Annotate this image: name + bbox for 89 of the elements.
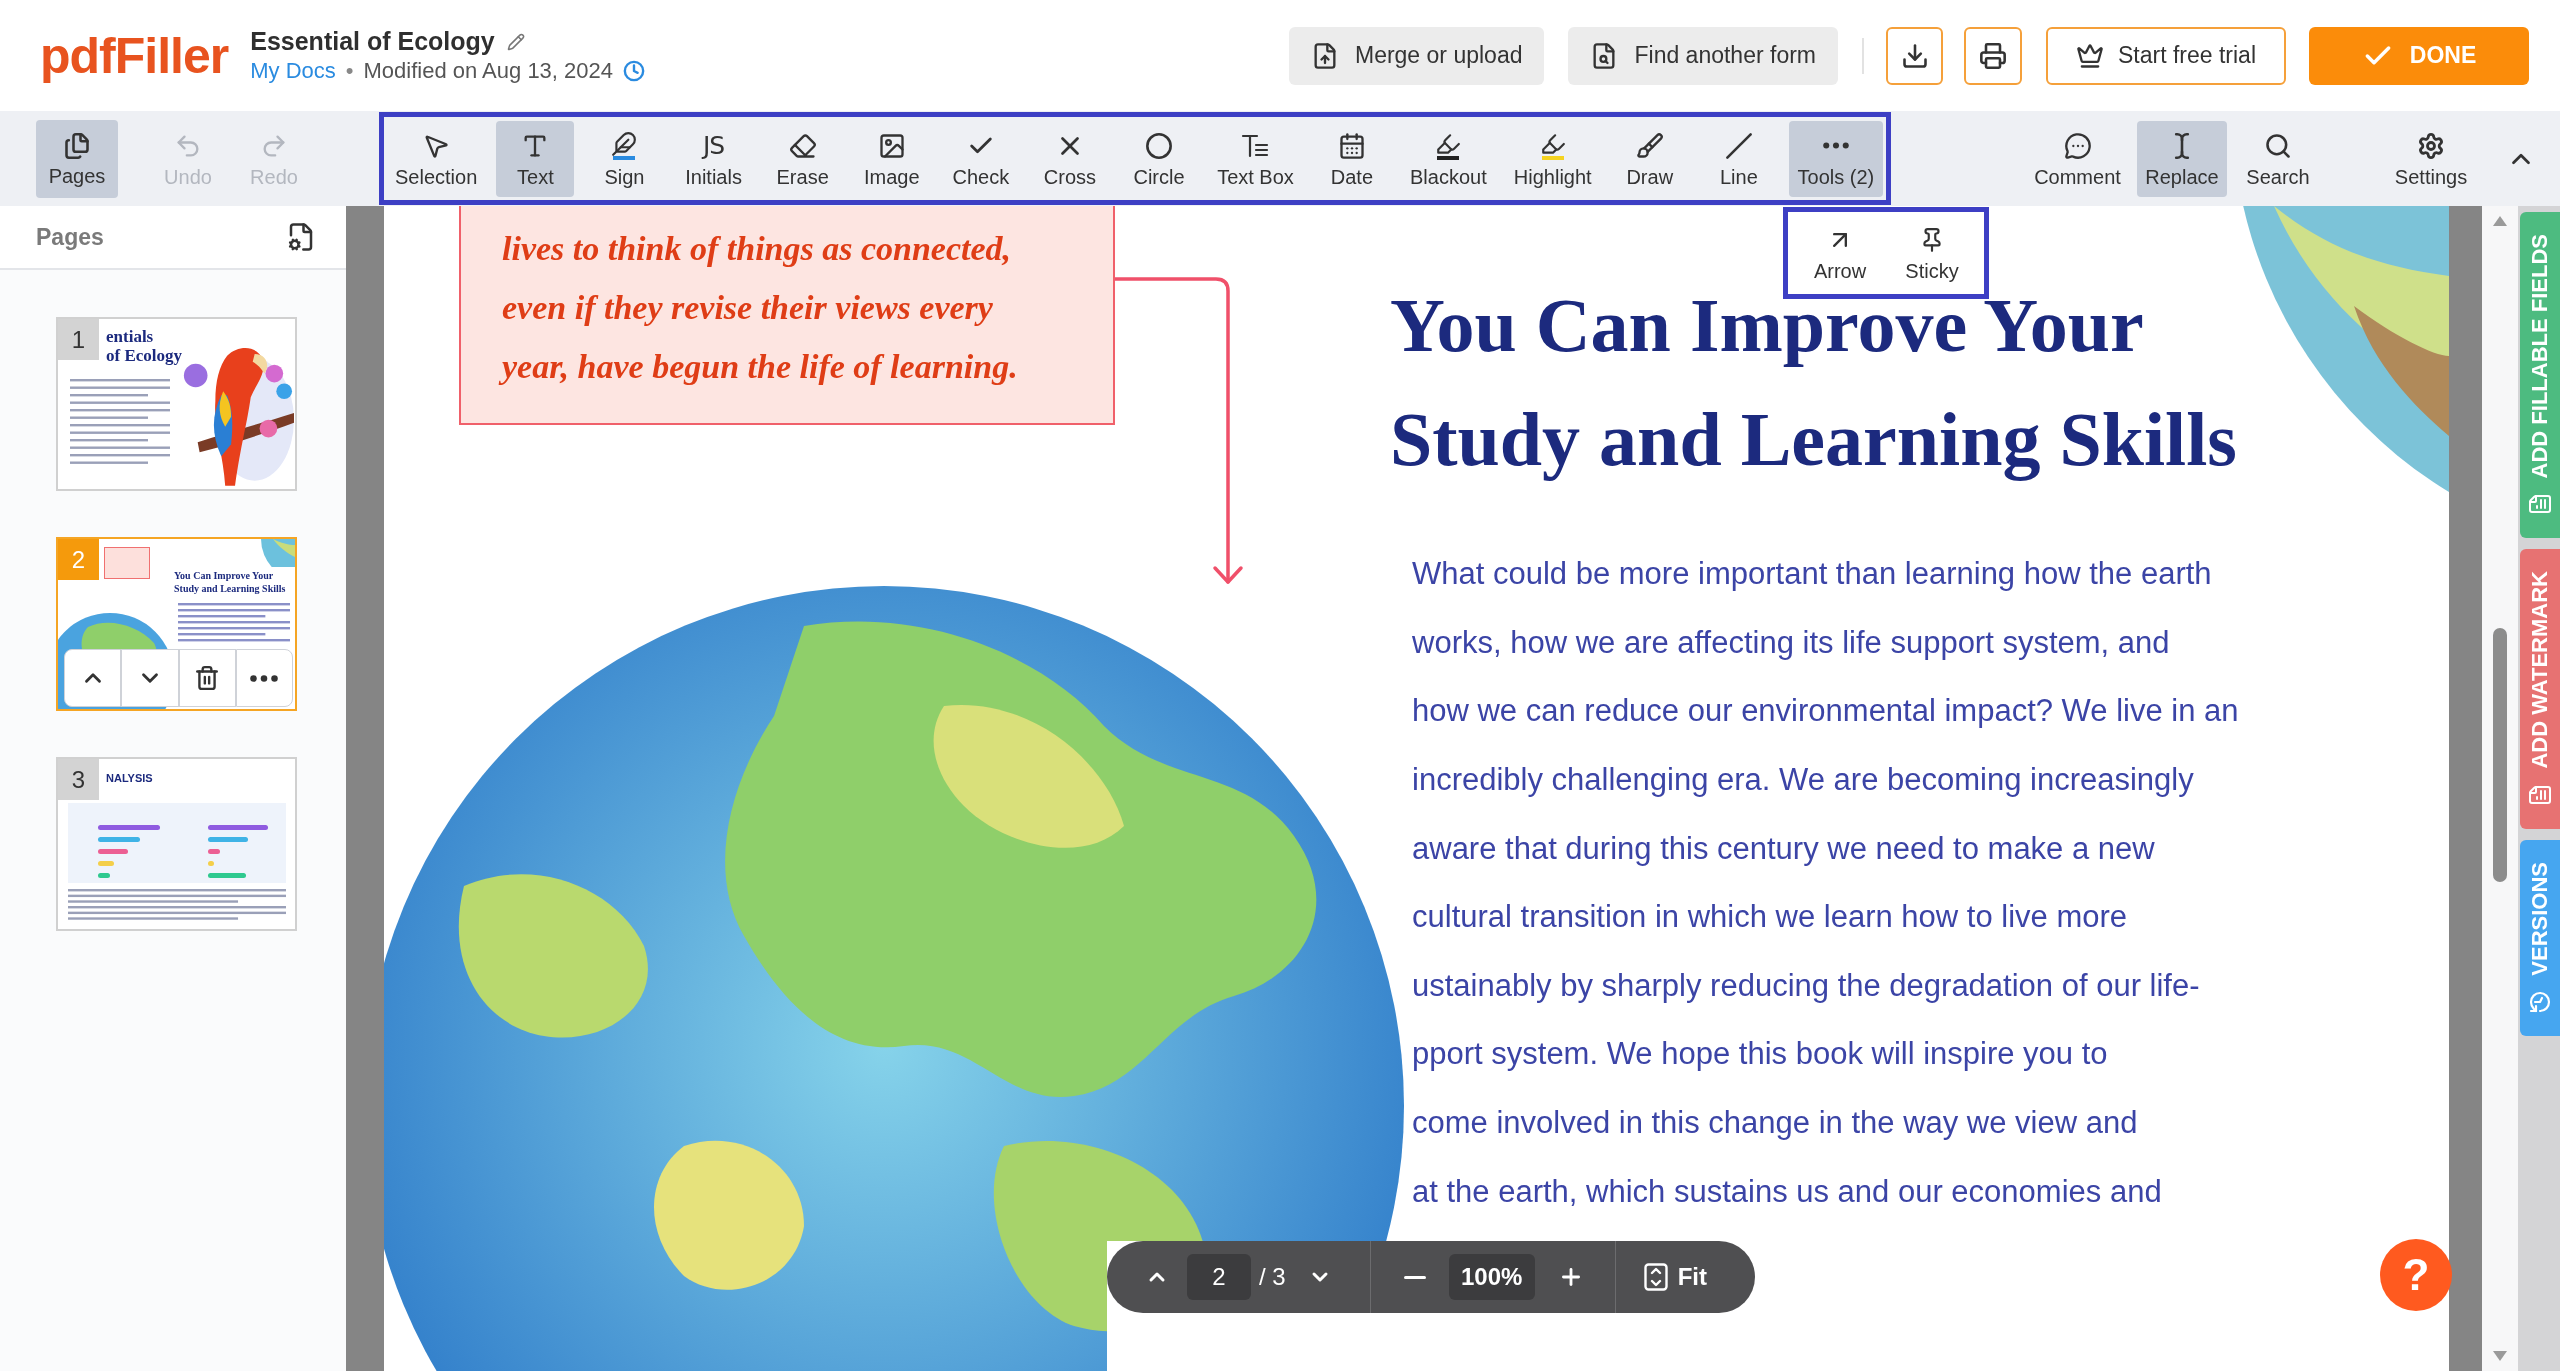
eraser-icon: [788, 131, 817, 160]
scrollbar-thumb[interactable]: [2493, 628, 2507, 882]
crown-icon: [2075, 41, 2104, 70]
comment-icon: [2063, 131, 2092, 160]
thumbnail-title: NALYSIS: [106, 771, 153, 785]
tool-button[interactable]: JS Initials: [674, 120, 753, 197]
body-paragraph: What could be more important than learning how the earth works, how we are affecting its life support system, and how we can reduce our environmental impact? We live in an incredibly challenging era. We are becoming increasingly aware that during this century we need to make a new cultural transition in which we learn how to live more ustainably by sharply reducing the degradation of our life- pport system. We hope this book will inspire you to come involved in this change in the way we view and at the earth, which sustains us and our economies and: [1412, 555, 2239, 1211]
page-number-badge: 1: [58, 319, 99, 360]
initials-glyph: JS: [702, 131, 725, 160]
brush-icon: [1635, 131, 1664, 160]
more-icon: [250, 674, 279, 682]
circle-icon: [1145, 131, 1174, 160]
pages-icon: [63, 131, 91, 160]
page-thumbnail[interactable]: 3 NALYSIS: [56, 757, 297, 931]
chart-bar: [208, 861, 214, 866]
thumbnail-title: entials of Ecology: [106, 327, 183, 365]
fit-button[interactable]: Fit: [1643, 1255, 1707, 1299]
tool-button[interactable]: Text Box: [1209, 120, 1302, 197]
fit-page-icon: [1643, 1263, 1668, 1291]
chart-bar: [208, 873, 246, 878]
pages-button[interactable]: Pages: [36, 119, 118, 198]
printer-icon: [1979, 41, 2007, 70]
tool-button[interactable]: Erase: [763, 120, 842, 197]
tool-button[interactable]: Circle: [1120, 120, 1199, 197]
minus-icon: [1403, 1275, 1426, 1279]
pencil-icon: [506, 32, 525, 51]
tool-button[interactable]: Check: [941, 120, 1020, 197]
page-number-badge: 2: [58, 539, 99, 580]
move-up-button[interactable]: [64, 649, 122, 707]
page-number-field[interactable]: 2: [1187, 1254, 1251, 1300]
zoom-level-field[interactable]: 100%: [1448, 1254, 1535, 1300]
search-icon: [2264, 131, 2292, 160]
thumbnail-title: You Can Improve Your Study and Learning Skills: [174, 569, 286, 595]
image-icon: [877, 131, 906, 160]
tool-button[interactable]: Highlight: [1505, 120, 1600, 197]
download-icon: [1900, 41, 1929, 70]
more-tools-button[interactable]: Tools (2): [1788, 120, 1883, 197]
chart-bar: [208, 837, 248, 842]
chart-bar: [208, 849, 220, 854]
tool-button[interactable]: Search: [2230, 120, 2326, 197]
tool-button[interactable]: Blackout: [1402, 120, 1495, 197]
download-button[interactable]: [1886, 26, 1943, 85]
clock-icon: [623, 60, 645, 82]
settings-icon: [2417, 131, 2445, 160]
history-icon: [2528, 989, 2552, 1014]
free-trial-button[interactable]: Start free trial: [2046, 26, 2286, 85]
page-thumbnail[interactable]: 2 You Can Improve Your Study and Learning Skills: [56, 537, 297, 711]
merge-upload-button[interactable]: Merge or upload: [1288, 26, 1545, 85]
chart-bar: [208, 825, 268, 830]
chart-bar: [98, 849, 128, 854]
tool-button[interactable]: Cross: [1030, 120, 1109, 197]
globe-drawing: [259, 539, 295, 567]
scroll-up-icon[interactable]: [2493, 216, 2507, 226]
tool-button[interactable]: Text: [496, 120, 575, 197]
panel-title: Pages: [36, 222, 104, 252]
more-icon: [1822, 142, 1849, 149]
tool-button[interactable]: Selection: [387, 120, 486, 197]
page-thumbnail[interactable]: 1 entials of Ecology: [56, 317, 297, 491]
calendar-icon: [1337, 131, 1366, 160]
tool-button[interactable]: Date: [1312, 120, 1391, 197]
line-icon: [1724, 131, 1753, 160]
chart-bar: [98, 861, 114, 866]
tool-button[interactable]: Replace: [2137, 120, 2227, 197]
chart-bar: [98, 873, 110, 878]
find-form-button[interactable]: Find another form: [1568, 26, 1838, 85]
chart-bar: [98, 837, 140, 842]
separator-dot: •: [345, 60, 354, 82]
document-icon: [2528, 783, 2552, 807]
tool-button[interactable]: Comment: [2025, 120, 2130, 197]
tool-button[interactable]: Image: [852, 120, 931, 197]
tool-button[interactable]: Draw: [1610, 120, 1689, 197]
scroll-down-icon[interactable]: [2493, 1351, 2507, 1361]
logo: pdfFiller: [40, 30, 229, 81]
tool-button[interactable]: Sign: [585, 120, 664, 197]
tool-button[interactable]: Settings: [2383, 120, 2479, 197]
modified-date: Modified on Aug 13, 2024: [363, 60, 613, 82]
trash-icon: [194, 665, 221, 691]
page-count: / 3: [1259, 1262, 1286, 1292]
chart-bar: [98, 825, 160, 830]
my-docs-link[interactable]: My Docs: [250, 60, 336, 82]
page-number-badge: 3: [58, 759, 99, 800]
tool-button[interactable]: Line: [1699, 120, 1778, 197]
print-button[interactable]: [1964, 26, 2022, 85]
more-button[interactable]: [235, 649, 293, 707]
quote-box-drawing: [104, 547, 150, 579]
delete-button[interactable]: [178, 649, 236, 707]
document-title: Essential of Ecology: [250, 29, 495, 54]
feather-icon: [610, 130, 639, 161]
callout-quote: lives to think of things as connected, even if they revise their views every year, have begun the life of learning.: [459, 206, 1115, 425]
